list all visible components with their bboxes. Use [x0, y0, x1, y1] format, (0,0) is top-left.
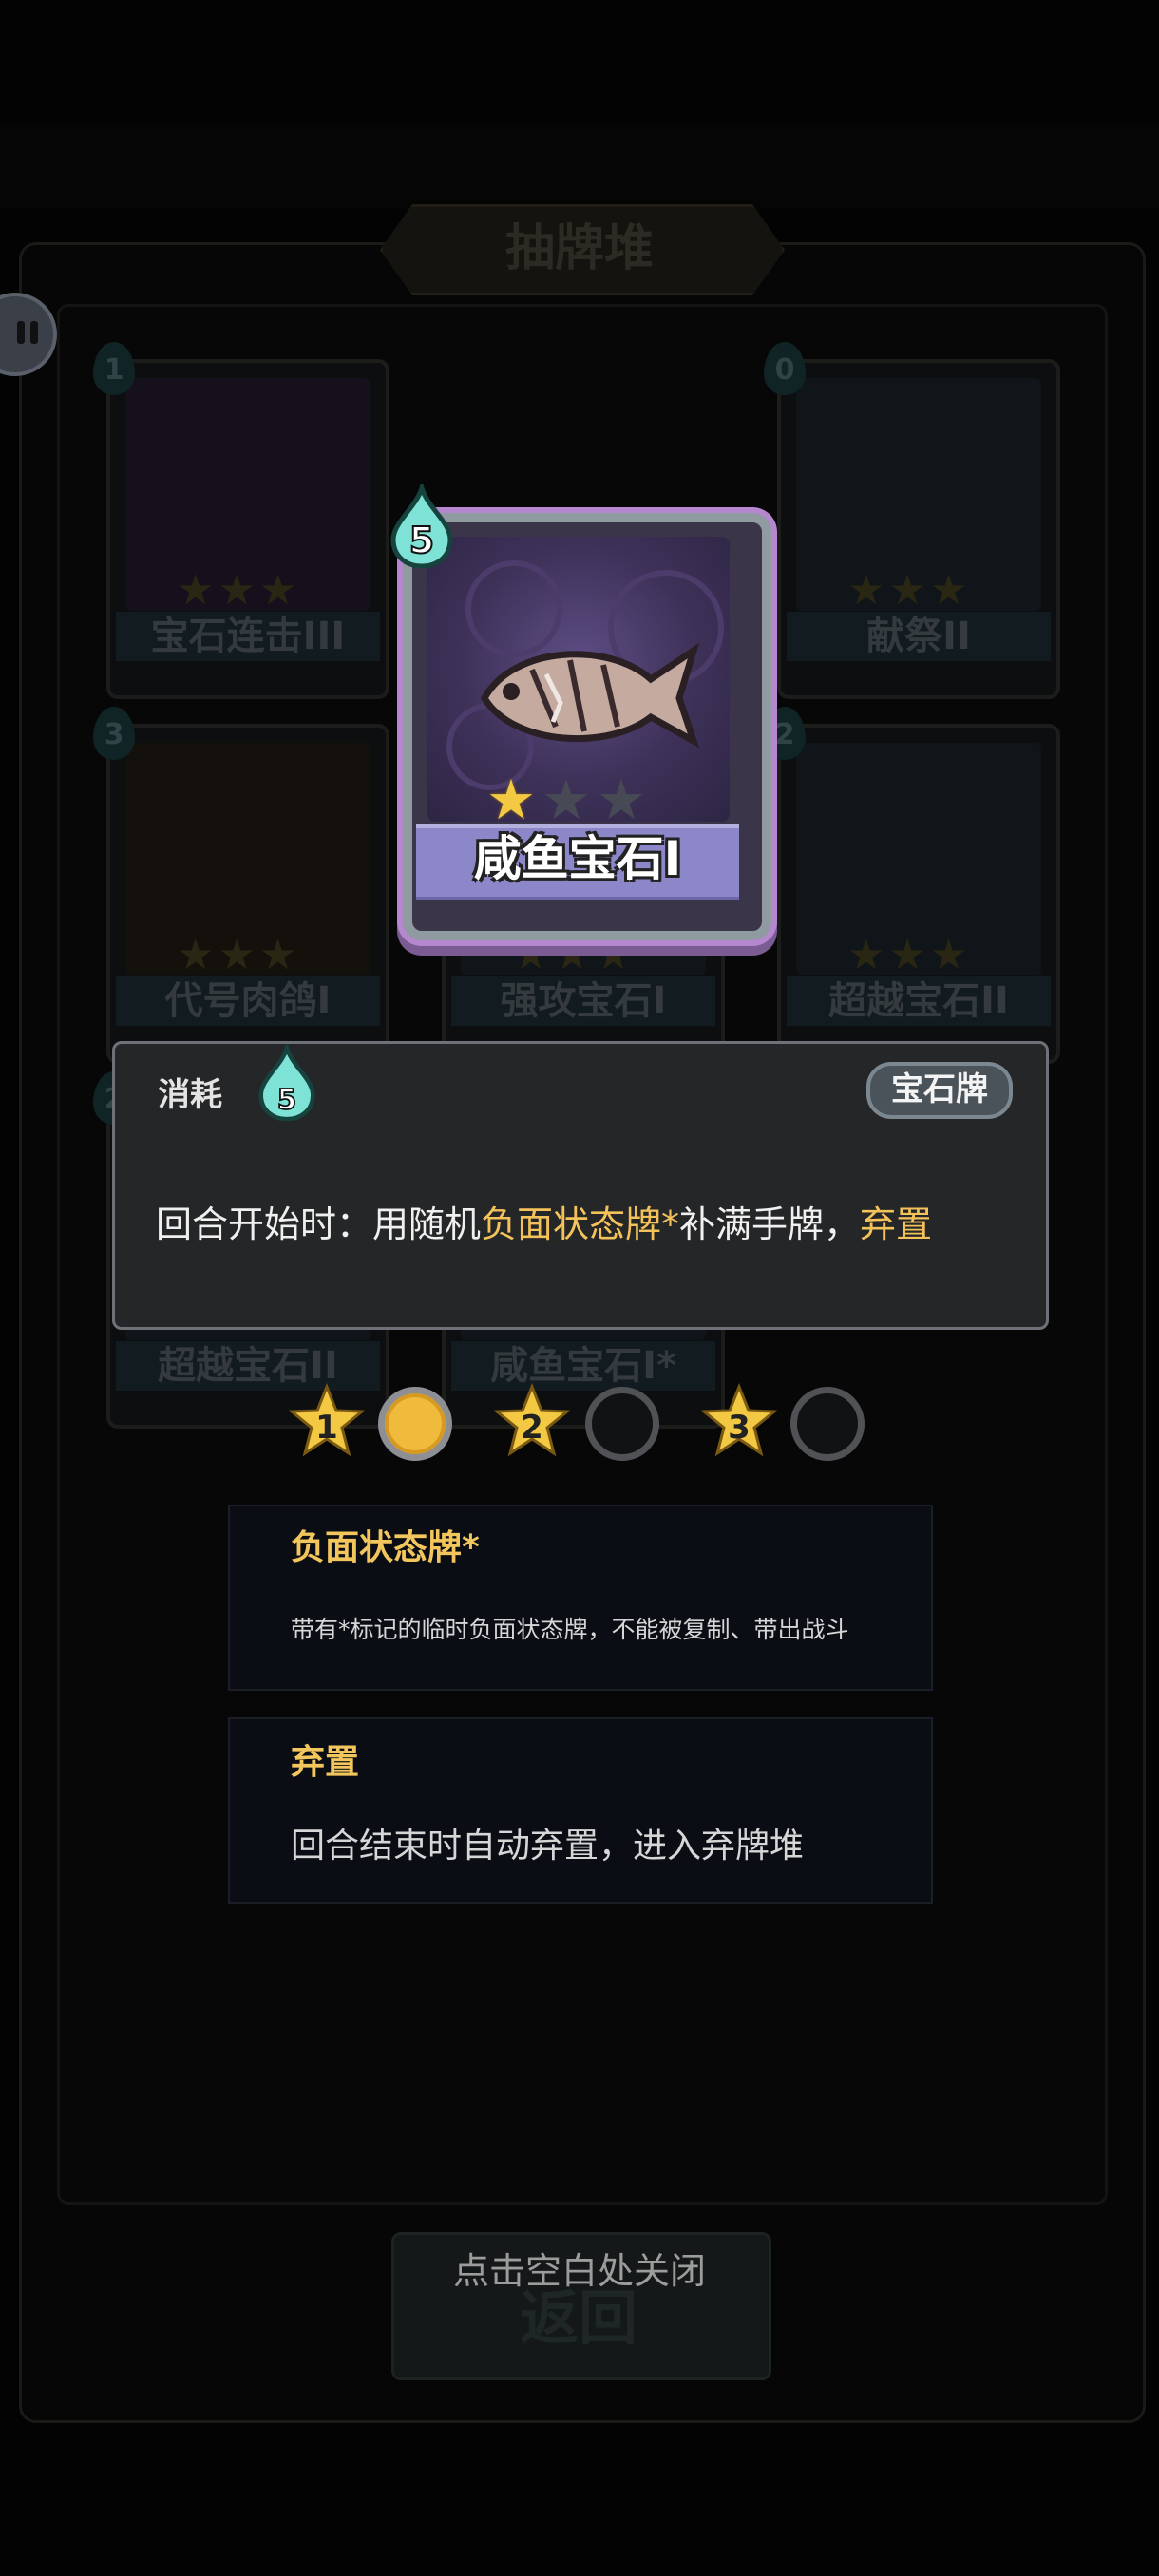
level-1-radio[interactable]: [378, 1387, 452, 1461]
level-2-label: 2: [521, 1409, 543, 1447]
card-description: 回合开始时：用随机负面状态牌*补满手牌，弃置: [156, 1195, 932, 1247]
desc-prefix: 回合开始时：用随机: [156, 1203, 482, 1245]
close-hint[interactable]: 点击空白处关闭: [285, 2242, 874, 2294]
salted-fish-icon: [480, 642, 700, 748]
desc-middle: 补满手牌，: [679, 1203, 861, 1245]
card-name: 强攻宝石I: [451, 976, 715, 1026]
keyword-discard[interactable]: 弃置: [860, 1203, 932, 1245]
glossary-title: 弃置: [291, 1743, 360, 1782]
deck-card[interactable]: ★★★ 代号肉鸽I 3: [93, 707, 390, 1064]
deck-card[interactable]: ★★★ 宝石连击III 1: [93, 342, 390, 699]
glossary-title: 负面状态牌*: [291, 1528, 480, 1567]
card-stars-icon: ★★★: [847, 566, 972, 615]
glossary-text: 带有*标记的临时负面状态牌，不能被复制、带出战斗: [291, 1616, 849, 1643]
level-1-star-icon[interactable]: 1: [289, 1383, 365, 1459]
level-2-radio[interactable]: [585, 1387, 659, 1461]
glossary-entry: 弃置 回合结束时自动弃置，进入弃牌堆: [228, 1717, 933, 1904]
star-icon: ★: [597, 767, 652, 832]
star-icon: ★: [486, 767, 542, 832]
card-name: 超越宝石II: [787, 976, 1051, 1026]
keyword-negative-status[interactable]: 负面状态牌*: [481, 1203, 679, 1245]
level-1-label: 1: [315, 1409, 338, 1447]
card-stars-icon: ★★★: [847, 931, 972, 979]
star-icon: ★: [542, 767, 597, 832]
deck-title: 抽牌堆: [504, 220, 654, 277]
card-name: 咸鱼宝石I*: [451, 1341, 715, 1391]
consume-label: 消耗: [158, 1076, 222, 1114]
card-type-badge: 宝石牌: [866, 1062, 1013, 1119]
deck-card[interactable]: ★★★ 超越宝石II 2: [764, 707, 1060, 1064]
card-name: 献祭II: [787, 612, 1051, 661]
level-2-star-icon[interactable]: 2: [494, 1383, 570, 1459]
level-3-label: 3: [728, 1409, 750, 1447]
focused-card-stars: ★★★: [486, 767, 652, 832]
card-stars-icon: ★★★: [177, 566, 301, 615]
level-3-radio[interactable]: [790, 1387, 864, 1461]
deck-card[interactable]: ★★★ 献祭II 0: [764, 342, 1060, 699]
level-3-star-icon[interactable]: 3: [701, 1383, 777, 1459]
card-stars-icon: ★★★: [177, 931, 301, 979]
mana-drop-icon: 5: [390, 484, 453, 568]
card-name: 宝石连击III: [116, 612, 380, 661]
mana-drop-icon: 5: [258, 1045, 315, 1121]
card-name: 代号肉鸽I: [116, 976, 380, 1026]
glossary-entry: 负面状态牌* 带有*标记的临时负面状态牌，不能被复制、带出战斗: [228, 1505, 933, 1691]
consume-cost: 5: [277, 1083, 296, 1115]
top-hud: [0, 123, 1159, 209]
focused-card-name: 咸鱼宝石I: [473, 831, 682, 886]
focused-card-cost: 5: [409, 520, 434, 561]
glossary-text: 回合结束时自动弃置，进入弃牌堆: [291, 1827, 805, 1866]
